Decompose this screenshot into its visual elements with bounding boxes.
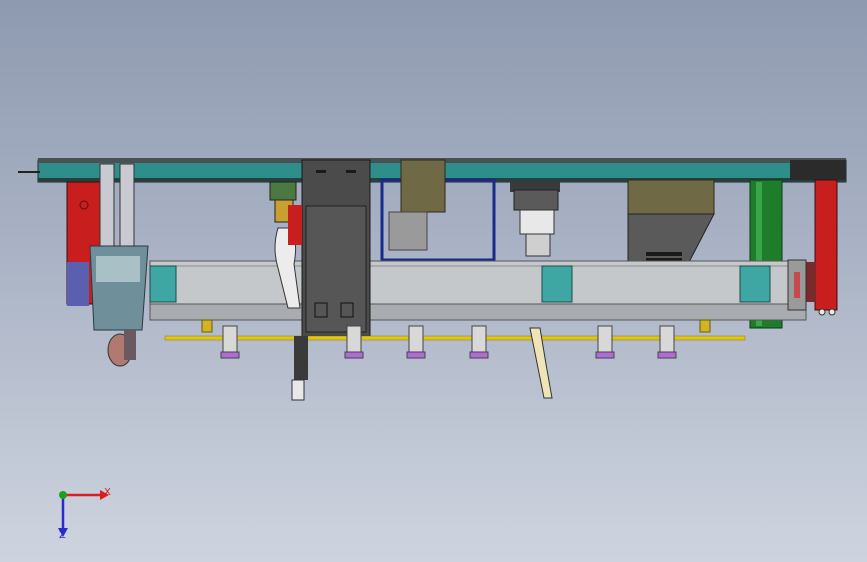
z-axis-label: Z [59,530,66,541]
right-end-bracket [787,259,807,311]
cad-assembly-drawing [18,158,847,401]
control-cabinet [301,159,371,337]
suction-cup-row [220,325,677,359]
beam-clamps [201,319,711,333]
y-axis-origin-icon [59,491,67,499]
main-horizontal-beam [149,260,807,321]
x-axis-label: X [104,487,111,498]
cad-model-viewport[interactable]: X Z [0,0,867,562]
right-hopper [627,179,715,265]
yellow-rod [164,335,746,341]
